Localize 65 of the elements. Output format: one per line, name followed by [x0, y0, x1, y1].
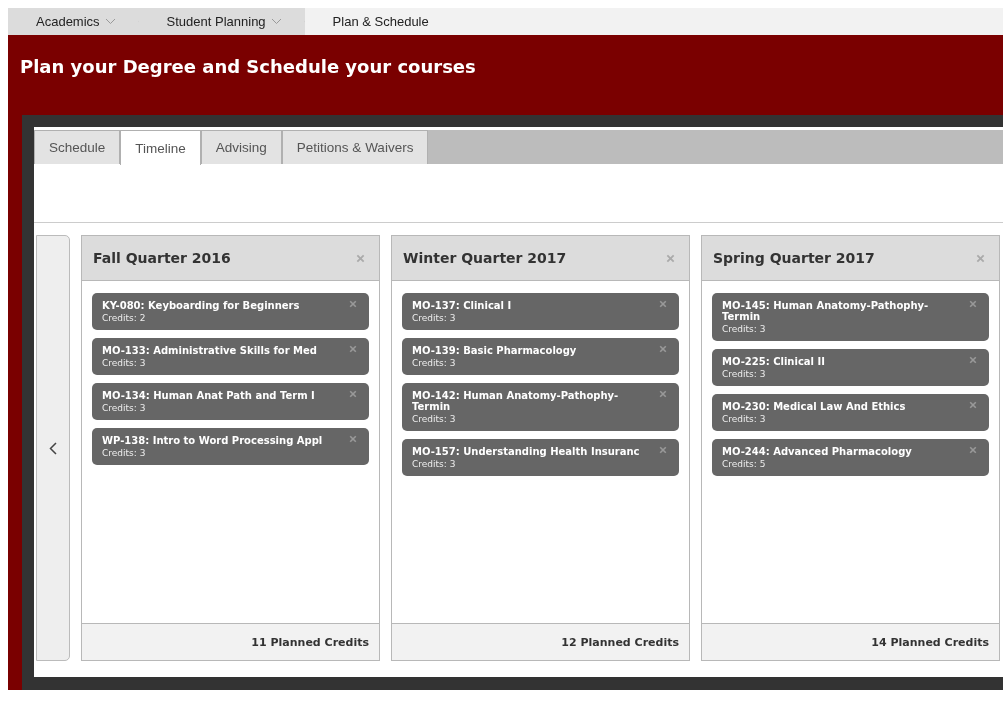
course-credits: Credits: 3 — [102, 358, 147, 368]
course-credits: Credits: 3 — [412, 358, 457, 368]
course-title: MO-145: Human Anatomy-Pathophy-Termin — [722, 300, 930, 322]
planned-credits: 12 Planned Credits — [561, 635, 679, 649]
remove-icon[interactable] — [659, 300, 667, 308]
term-title: Spring Quarter 2017 — [713, 250, 875, 266]
course-credits: Credits: 3 — [722, 324, 767, 334]
course-card[interactable]: MO-145: Human Anatomy-Pathophy-Termin Credits: 3 — [712, 293, 989, 341]
course-credits: Credits: 3 — [102, 448, 147, 458]
remove-icon[interactable] — [349, 435, 357, 443]
course-title: MO-139: Basic Pharmacology — [412, 345, 577, 356]
planned-credits: 14 Planned Credits — [871, 635, 989, 649]
remove-icon[interactable] — [349, 300, 357, 308]
course-title: MO-134: Human Anat Path and Term I — [102, 390, 315, 401]
course-card[interactable]: MO-134: Human Anat Path and Term I Credits: 3 — [92, 383, 369, 420]
tab[interactable]: Schedule — [34, 130, 121, 164]
course-card[interactable]: MO-244: Advanced Pharmacology Credits: 5 — [712, 439, 989, 476]
tab[interactable]: Advising — [200, 130, 282, 164]
remove-icon[interactable] — [349, 345, 357, 353]
course-credits: Credits: 2 — [102, 313, 147, 323]
term-title: Fall Quarter 2016 — [93, 250, 231, 266]
course-title: MO-142: Human Anatomy-Pathophy-Termin — [412, 390, 620, 412]
course-credits: Credits: 3 — [412, 459, 457, 469]
course-card[interactable]: KY-080: Keyboarding for Beginners Credits: 2 — [92, 293, 369, 330]
course-card[interactable]: MO-139: Basic Pharmacology Credits: 3 — [402, 338, 679, 375]
course-card[interactable]: MO-157: Understanding Health Insuranc Credits: 3 — [402, 439, 679, 476]
page-title: Plan your Degree and Schedule your courses — [19, 55, 477, 79]
course-title: MO-225: Clinical II — [722, 356, 825, 367]
remove-icon[interactable] — [659, 390, 667, 398]
breadcrumb-link[interactable]: Plan & Schedule — [304, 8, 1003, 35]
remove-icon[interactable] — [969, 446, 977, 454]
course-title: KY-080: Keyboarding for Beginners — [102, 300, 300, 311]
course-card[interactable]: MO-225: Clinical II Credits: 3 — [712, 349, 989, 386]
course-credits: Credits: 3 — [412, 313, 457, 323]
course-title: MO-133: Administrative Skills for Med — [102, 345, 317, 356]
course-title: WP-138: Intro to Word Processing Appl — [102, 435, 323, 446]
close-icon[interactable] — [356, 253, 365, 263]
tab[interactable]: Petitions & Waivers — [281, 130, 429, 164]
close-icon[interactable] — [666, 253, 675, 263]
course-card[interactable]: MO-230: Medical Law And Ethics Credits: 3 — [712, 394, 989, 431]
tab[interactable]: Timeline — [120, 130, 201, 165]
previous-button[interactable] — [36, 235, 70, 661]
course-credits: Credits: 3 — [722, 369, 767, 379]
remove-icon[interactable] — [659, 446, 667, 454]
course-card[interactable]: MO-137: Clinical I Credits: 3 — [402, 293, 679, 330]
course-card[interactable]: MO-142: Human Anatomy-Pathophy-Termin Credits: 3 — [402, 383, 679, 431]
course-title: MO-157: Understanding Health Insuranc — [412, 446, 640, 457]
remove-icon[interactable] — [969, 300, 977, 308]
remove-icon[interactable] — [969, 401, 977, 409]
chevron-left-icon — [49, 441, 57, 455]
course-credits: Credits: 3 — [412, 414, 457, 424]
planned-credits: 11 Planned Credits — [251, 635, 369, 649]
course-credits: Credits: 3 — [102, 403, 147, 413]
term-title: Winter Quarter 2017 — [403, 250, 567, 266]
close-icon[interactable] — [976, 253, 985, 263]
course-card[interactable]: MO-133: Administrative Skills for Med Credits: 3 — [92, 338, 369, 375]
course-title: MO-230: Medical Law And Ethics — [722, 401, 906, 412]
remove-icon[interactable] — [349, 390, 357, 398]
course-title: MO-137: Clinical I — [412, 300, 512, 311]
course-credits: Credits: 5 — [722, 459, 767, 469]
course-credits: Credits: 3 — [722, 414, 767, 424]
course-card[interactable]: WP-138: Intro to Word Processing Appl Credits: 3 — [92, 428, 369, 465]
remove-icon[interactable] — [659, 345, 667, 353]
remove-icon[interactable] — [969, 356, 977, 364]
course-title: MO-244: Advanced Pharmacology — [722, 446, 912, 457]
